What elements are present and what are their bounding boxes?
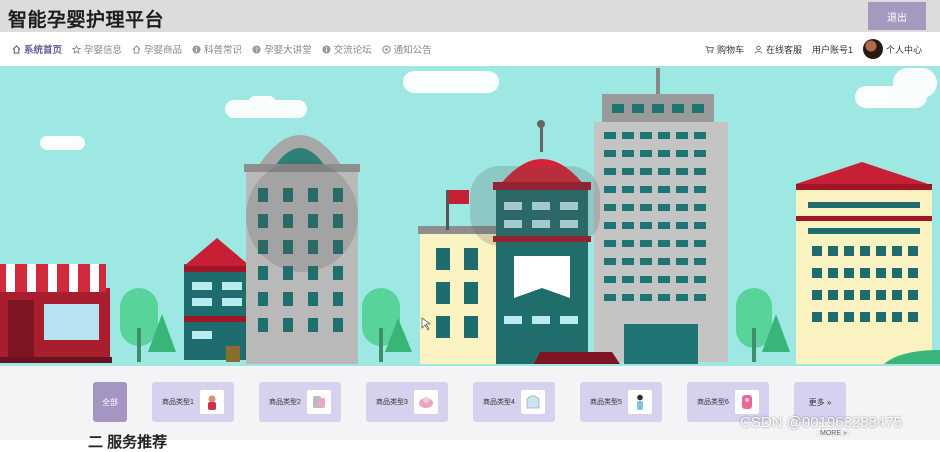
account-label: 用户账号1 [811,44,853,55]
nav-label: 通知公告 [393,45,432,56]
logout-button[interactable]: 退出 [868,2,926,30]
account-name: 用户账号1 [812,43,853,56]
service-label: 在线客服 [765,44,802,55]
info-icon [192,44,201,54]
category-all-button[interactable]: 全部 [93,382,127,422]
category-item[interactable]: 商品类型5 [580,382,662,422]
city-illustration [0,66,940,366]
category-label: 商品类型3 [376,399,408,406]
info-icon [322,44,331,54]
category-item[interactable]: 商品类型4 [473,382,555,422]
product-thumbnail [199,390,224,414]
nav-item-baby-products[interactable]: 孕婴商品 [132,42,182,56]
nav-item-baby-info[interactable]: 孕婴信息 [72,42,122,56]
avatar [862,39,883,59]
svg-text:?: ? [255,46,258,53]
nav-label: 孕婴信息 [84,45,123,56]
online-service-link[interactable]: 在线客服 [754,43,802,56]
product-thumbnail [413,390,438,414]
home-icon [12,44,21,54]
star-icon [72,44,82,54]
profile-link[interactable]: 个人中心 [862,39,922,59]
category-item[interactable]: 商品类型3 [366,382,448,422]
nav-label: 系统首页 [24,45,63,56]
nav-label: 交流论坛 [333,45,372,56]
question-icon: ? [252,44,261,53]
category-label: 商品类型4 [483,399,515,406]
csdn-watermark: CSDN @001963288475 [740,414,903,431]
nav-label: 科普常识 [204,45,243,56]
more-link[interactable]: MORE » [816,430,851,437]
category-label: 商品类型2 [269,399,301,406]
category-label: 商品类型1 [162,399,194,406]
cart-icon [705,45,714,53]
product-thumbnail [520,390,545,414]
app-title: 智能孕婴护理平台 [8,10,165,31]
nav-item-lecture[interactable]: ? 孕婴大讲堂 [252,42,312,56]
category-item[interactable]: 商品类型1 [152,382,234,422]
category-item[interactable]: 商品类型2 [259,382,341,422]
cart-label: 购物车 [716,44,744,55]
nav-label: 孕婴大讲堂 [264,45,312,56]
home-outline-icon [132,44,141,54]
top-header-bar: 智能孕婴护理平台 退出 [0,0,940,32]
cart-link[interactable]: 购物车 [705,43,744,56]
main-navigation: 系统首页 孕婴信息 孕婴商品 科普常识 ? 孕婴大讲堂 交流论坛 通知公告 购物… [0,32,940,66]
hero-banner-carousel[interactable] [0,66,940,366]
product-thumbnail [734,390,759,414]
settings-icon [381,44,391,54]
user-icon [754,45,763,54]
nav-item-forum[interactable]: 交流论坛 [322,42,372,56]
product-thumbnail [306,390,331,414]
nav-item-science[interactable]: 科普常识 [192,42,242,56]
nav-item-notices[interactable]: 通知公告 [381,42,432,56]
category-label: 商品类型5 [590,399,622,406]
profile-label: 个人中心 [885,44,922,55]
section-title: 二 服务推荐 [88,434,168,451]
product-thumbnail [627,390,652,414]
nav-label: 孕婴商品 [144,45,183,56]
nav-item-home[interactable]: 系统首页 [12,42,62,56]
category-label: 商品类型6 [697,399,729,406]
